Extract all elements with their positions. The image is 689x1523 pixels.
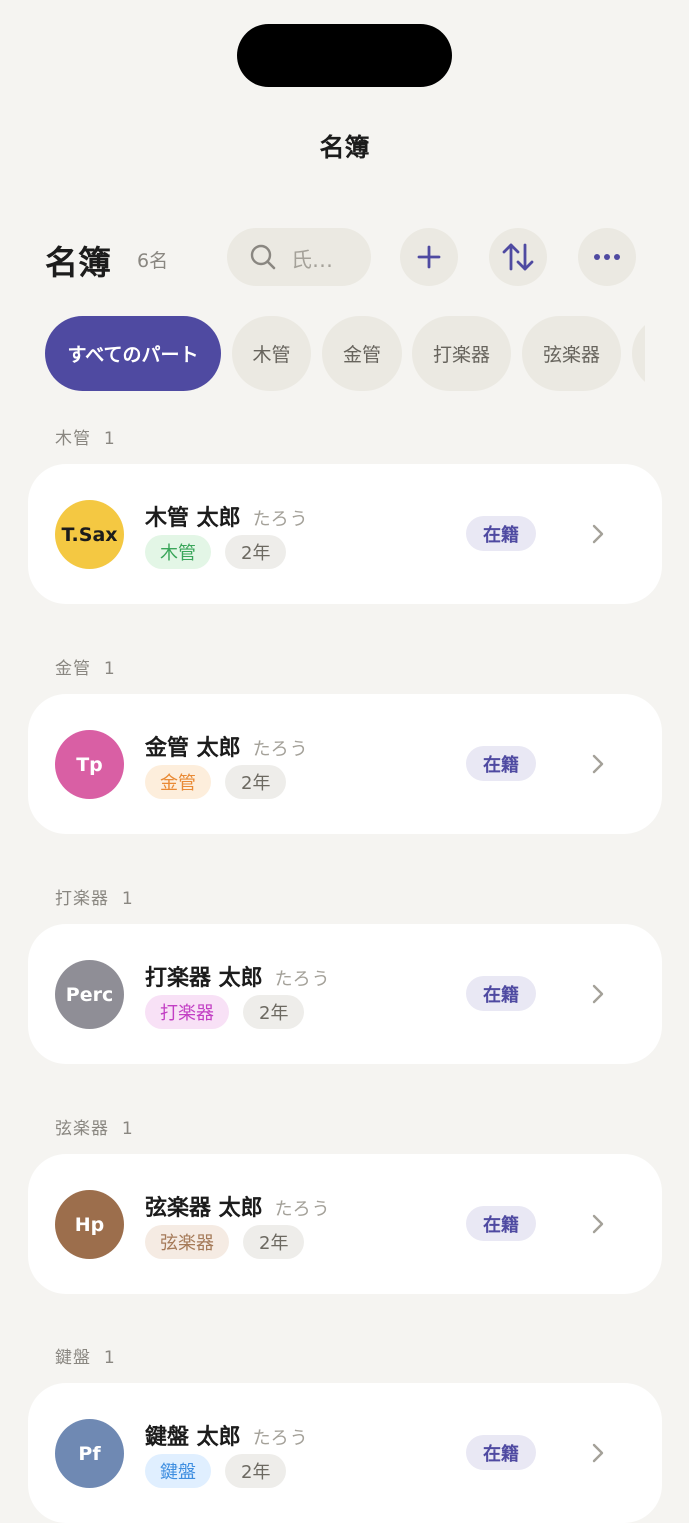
grade-tag: 2年 — [225, 1454, 287, 1488]
more-icon — [594, 254, 620, 260]
member-card[interactable]: Tp 金管 太郎 たろう 金管 2年 在籍 — [28, 694, 662, 834]
member-kana: たろう — [274, 969, 331, 990]
member-name-row: 鍵盤 太郎 たろう — [145, 1419, 309, 1451]
part-tag: 弦楽器 — [145, 1225, 229, 1259]
member-name: 弦楽器 太郎 — [145, 1196, 263, 1221]
filter-chip-strings[interactable]: 弦楽器 — [522, 316, 621, 391]
member-name: 打楽器 太郎 — [145, 966, 263, 991]
section-header: 金管 1 — [55, 659, 116, 679]
dynamic-island — [237, 24, 452, 87]
grade-tag: 2年 — [243, 1225, 305, 1259]
chevron-right-icon — [592, 984, 604, 1004]
add-member-button[interactable] — [400, 228, 458, 286]
part-tag: 木管 — [145, 535, 211, 569]
avatar: Hp — [55, 1190, 124, 1259]
avatar: T.Sax — [55, 500, 124, 569]
avatar: Perc — [55, 960, 124, 1029]
list-header: 名簿 6名 氏… — [0, 228, 689, 288]
grade-tag: 2年 — [243, 995, 305, 1029]
status-badge: 在籍 — [466, 746, 536, 781]
chevron-right-icon — [592, 754, 604, 774]
search-icon — [250, 244, 276, 270]
member-name-row: 弦楽器 太郎 たろう — [145, 1190, 331, 1222]
member-card[interactable]: Pf 鍵盤 太郎 たろう 鍵盤 2年 在籍 — [28, 1383, 662, 1523]
nav-title: 名簿 — [319, 133, 370, 162]
member-name: 木管 太郎 — [145, 506, 241, 531]
member-tags: 打楽器 2年 — [145, 995, 305, 1029]
member-name-row: 金管 太郎 たろう — [145, 730, 309, 762]
plus-icon — [417, 245, 441, 269]
section-header: 鍵盤 1 — [55, 1348, 116, 1368]
section-header: 打楽器 1 — [55, 889, 134, 909]
sort-icon — [502, 243, 534, 271]
section-header: 弦楽器 1 — [55, 1119, 134, 1139]
member-kana: たろう — [252, 509, 309, 530]
member-name-row: 木管 太郎 たろう — [145, 500, 309, 532]
member-tags: 鍵盤 2年 — [145, 1454, 287, 1488]
filter-chip-brass[interactable]: 金管 — [322, 316, 402, 391]
avatar: Pf — [55, 1419, 124, 1488]
avatar: Tp — [55, 730, 124, 799]
chevron-right-icon — [592, 524, 604, 544]
member-kana: たろう — [252, 739, 309, 760]
filter-chip-all[interactable]: すべてのパート — [45, 316, 221, 391]
member-tags: 木管 2年 — [145, 535, 287, 569]
sort-button[interactable] — [489, 228, 547, 286]
member-kana: たろう — [252, 1428, 309, 1449]
status-badge: 在籍 — [466, 1206, 536, 1241]
member-name-row: 打楽器 太郎 たろう — [145, 960, 331, 992]
more-button[interactable] — [578, 228, 636, 286]
status-badge: 在籍 — [466, 976, 536, 1011]
member-tags: 金管 2年 — [145, 765, 287, 799]
status-badge: 在籍 — [466, 1435, 536, 1470]
member-card[interactable]: T.Sax 木管 太郎 たろう 木管 2年 在籍 — [28, 464, 662, 604]
part-tag: 打楽器 — [145, 995, 229, 1029]
search-placeholder: 氏… — [291, 248, 333, 272]
grade-tag: 2年 — [225, 765, 287, 799]
section-header: 木管 1 — [55, 429, 116, 449]
filter-chip-more[interactable] — [632, 316, 645, 391]
member-count: 6名 — [137, 250, 169, 272]
search-input[interactable]: 氏… — [227, 228, 371, 286]
page-title: 名簿 — [45, 243, 111, 282]
part-tag: 鍵盤 — [145, 1454, 211, 1488]
filter-chip-percussion[interactable]: 打楽器 — [412, 316, 511, 391]
member-name: 金管 太郎 — [145, 736, 241, 761]
chevron-right-icon — [592, 1214, 604, 1234]
filter-chip-woodwind[interactable]: 木管 — [232, 316, 311, 391]
member-card[interactable]: Hp 弦楽器 太郎 たろう 弦楽器 2年 在籍 — [28, 1154, 662, 1294]
grade-tag: 2年 — [225, 535, 287, 569]
part-tag: 金管 — [145, 765, 211, 799]
status-badge: 在籍 — [466, 516, 536, 551]
member-kana: たろう — [274, 1199, 331, 1220]
member-tags: 弦楽器 2年 — [145, 1225, 305, 1259]
member-card[interactable]: Perc 打楽器 太郎 たろう 打楽器 2年 在籍 — [28, 924, 662, 1064]
chevron-right-icon — [592, 1443, 604, 1463]
member-name: 鍵盤 太郎 — [145, 1425, 241, 1450]
part-filter-bar: すべてのパート 木管 金管 打楽器 弦楽器 — [45, 316, 645, 392]
